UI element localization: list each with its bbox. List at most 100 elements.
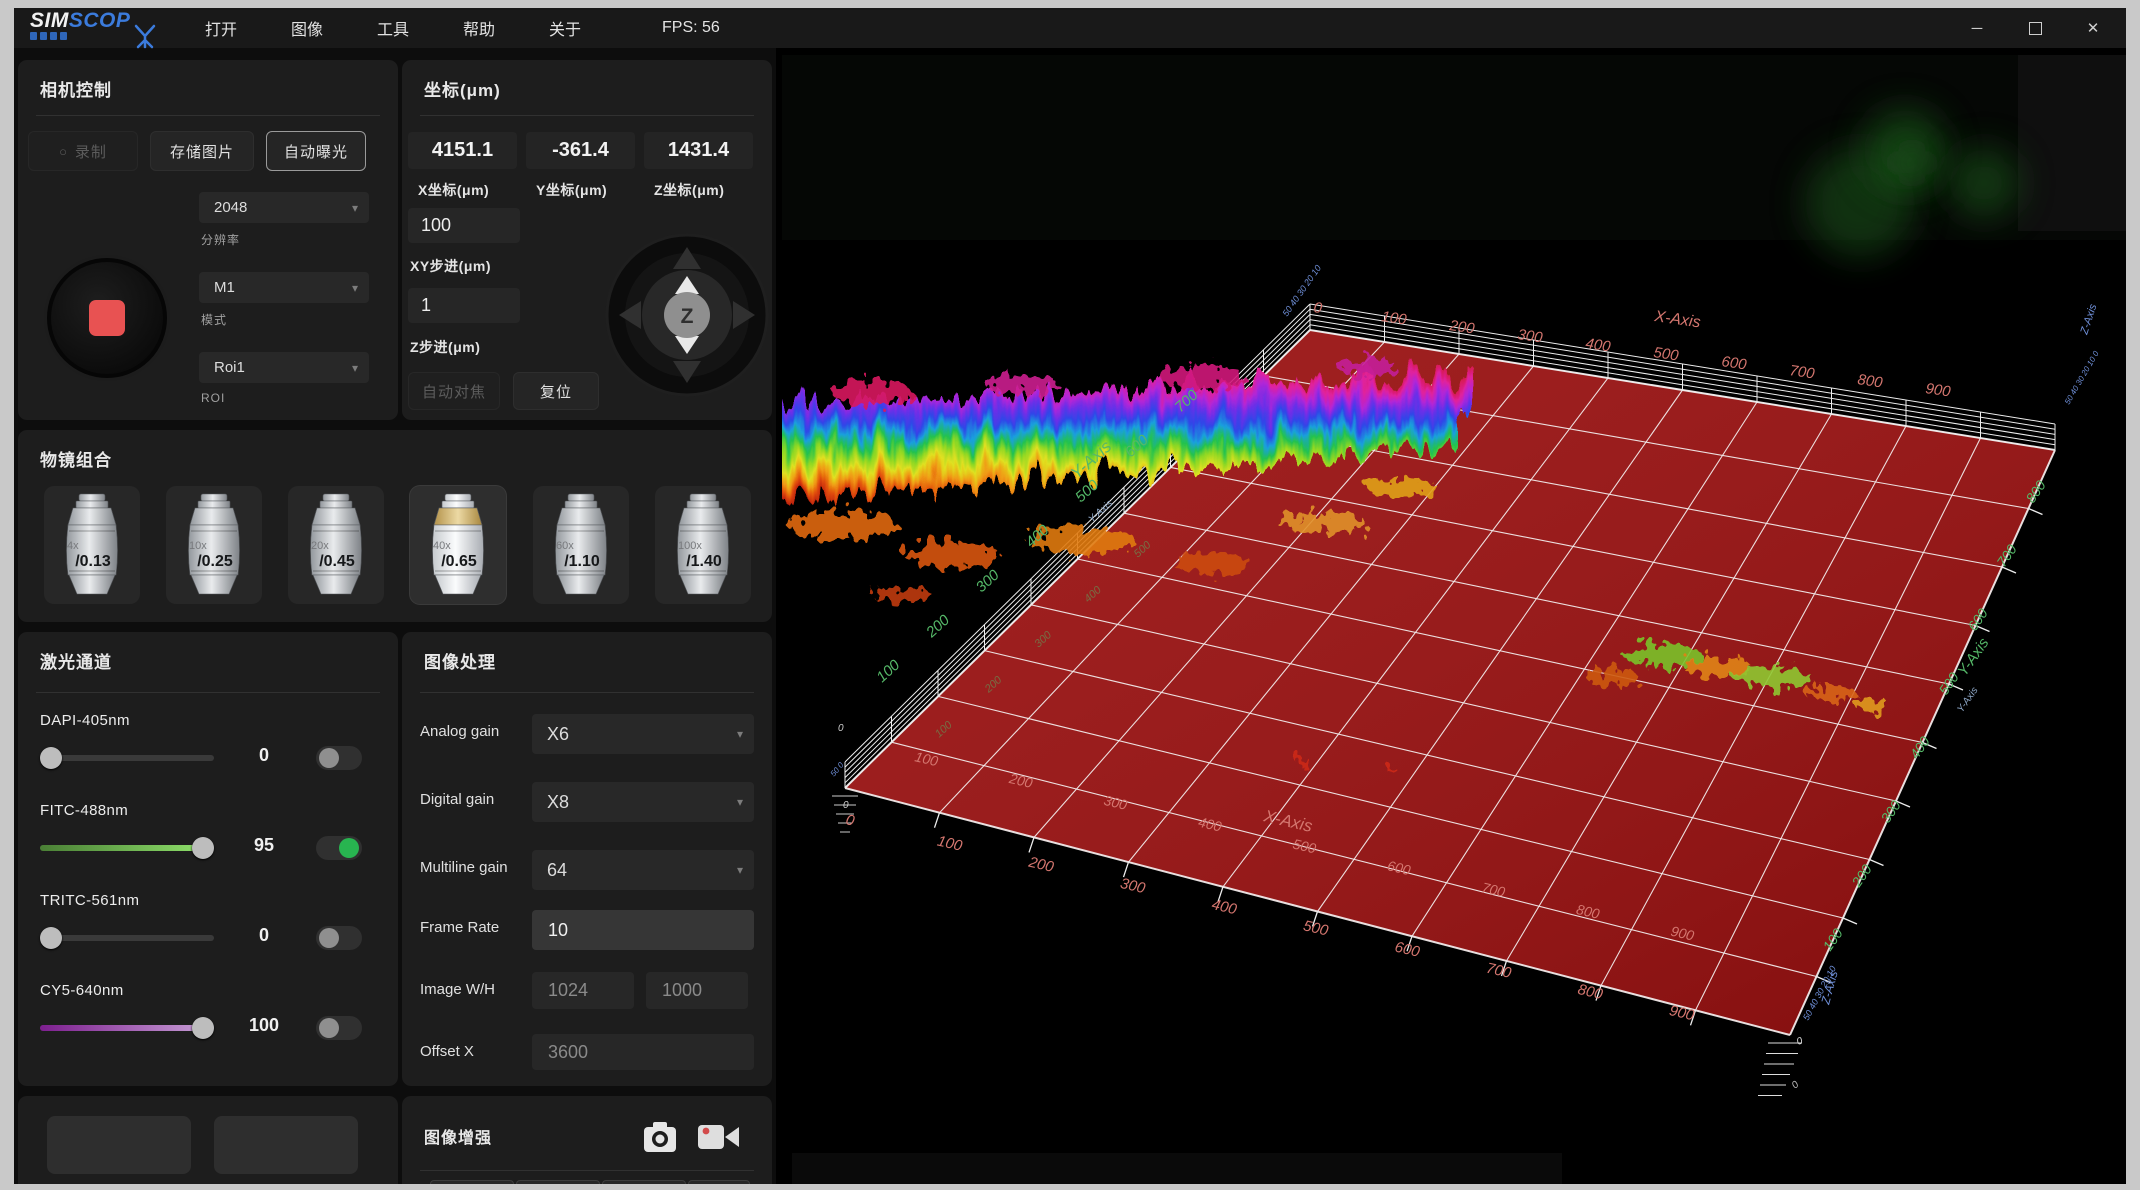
svg-text:700: 700 xyxy=(1485,960,1514,982)
svg-text:300: 300 xyxy=(1516,326,1544,346)
toggle-knob xyxy=(339,838,359,858)
surface-plot-3d[interactable]: 0100200300400500600700800900X-Axis100200… xyxy=(782,55,2126,1184)
proc-label-4: Image W/H xyxy=(420,981,495,998)
logo-figure-icon xyxy=(130,23,160,49)
svg-text:200: 200 xyxy=(1447,317,1476,338)
svg-text:900: 900 xyxy=(1924,380,1952,400)
laser-toggle-DAPI-405nm[interactable] xyxy=(316,746,362,770)
proc-label-5: Offset X xyxy=(420,1043,474,1060)
slider-knob[interactable] xyxy=(40,927,62,949)
save-image-button[interactable]: 存储图片 xyxy=(150,131,254,171)
svg-text:Y-Axis: Y-Axis xyxy=(1955,685,1980,714)
maximize-button[interactable] xyxy=(2006,8,2064,48)
menu-item-5[interactable]: 关于 xyxy=(540,16,590,40)
proc-input-5[interactable]: 3600 xyxy=(532,1034,754,1070)
stop-capture-button[interactable] xyxy=(47,258,167,378)
coord-value-1[interactable]: -361.4 xyxy=(526,132,635,169)
objective-60x[interactable]: 60x /1.10 xyxy=(533,486,629,604)
enhance-button-3[interactable] xyxy=(602,1180,686,1184)
proc-select-0[interactable]: X6▾ xyxy=(532,714,754,754)
stage-joystick[interactable]: Z xyxy=(605,233,770,398)
objective-10x[interactable]: 10x /0.25 xyxy=(166,486,262,604)
proc-input-3[interactable]: 10 xyxy=(532,910,754,950)
coord-value-0[interactable]: 4151.1 xyxy=(408,132,517,169)
slider-knob[interactable] xyxy=(192,837,214,859)
laser-toggle-CY5-640nm[interactable] xyxy=(316,1016,362,1040)
record-button[interactable]: ○ 录制 xyxy=(28,131,138,171)
coord-label-2: Z坐标(μm) xyxy=(654,180,724,200)
svg-text:400: 400 xyxy=(1584,335,1612,355)
coord-value-2[interactable]: 1431.4 xyxy=(644,132,753,169)
enhance-button-4[interactable] xyxy=(688,1180,750,1184)
image-processing-card: 图像处理 Analog gainX6▾Digital gainX8▾Multil… xyxy=(402,632,772,1086)
enhance-button-2[interactable] xyxy=(516,1180,600,1184)
menu-bar: 打开 图像 工具 帮助 关于 xyxy=(196,16,590,40)
menu-item-3[interactable]: 工具 xyxy=(368,16,418,40)
objective-icon: 100x /1.40 xyxy=(673,493,733,597)
autofocus-button[interactable]: 自动对焦 xyxy=(408,372,500,410)
proc-input-4-b[interactable]: 1000 xyxy=(646,972,748,1009)
svg-text:0: 0 xyxy=(1795,1035,1804,1047)
svg-text:500: 500 xyxy=(1652,344,1680,364)
laser-value-TRITC-561nm: 0 xyxy=(240,925,288,946)
menu-item-1[interactable]: 打开 xyxy=(196,16,246,40)
objective-40x[interactable]: 40x /0.65 xyxy=(410,486,506,604)
proc-select-value: X8 xyxy=(547,792,569,813)
coordinates-title: 坐标(μm) xyxy=(424,76,501,101)
slider-fill xyxy=(40,845,205,851)
proc-label-1: Digital gain xyxy=(420,791,494,808)
camera-select-value: M1 xyxy=(214,279,235,296)
laser-slider-TRITC-561nm[interactable] xyxy=(40,935,214,941)
svg-text:500: 500 xyxy=(1302,917,1331,939)
stat-box-0[interactable] xyxy=(47,1116,191,1174)
camera-select-模式[interactable]: M1▾ xyxy=(199,272,369,303)
menu-item-2[interactable]: 图像 xyxy=(282,16,332,40)
reset-button[interactable]: 复位 xyxy=(513,372,599,410)
menu-item-4[interactable]: 帮助 xyxy=(454,16,504,40)
svg-text:200: 200 xyxy=(1026,854,1056,877)
objective-magnification: 100x xyxy=(678,540,702,552)
stat-box-1[interactable] xyxy=(214,1116,358,1174)
laser-toggle-FITC-488nm[interactable] xyxy=(316,836,362,860)
video-camera-icon[interactable] xyxy=(696,1120,742,1154)
camera-select-分辨率[interactable]: 2048▾ xyxy=(199,192,369,223)
svg-text:600: 600 xyxy=(1393,939,1422,961)
proc-select-2[interactable]: 64▾ xyxy=(532,850,754,890)
proc-select-1[interactable]: X8 ▾ xyxy=(532,782,754,822)
auto-exposure-button[interactable]: 自动曝光 xyxy=(266,131,366,171)
objective-na: /1.40 xyxy=(686,553,722,570)
laser-slider-DAPI-405nm[interactable] xyxy=(40,755,214,761)
z-step-input[interactable]: 1 xyxy=(408,288,520,323)
enhance-button-1[interactable] xyxy=(430,1180,514,1184)
close-button[interactable]: ✕ xyxy=(2064,8,2122,48)
camera-select-ROI[interactable]: Roi1▾ xyxy=(199,352,369,383)
image-enhance-title: 图像增强 xyxy=(424,1124,492,1148)
proc-input-4-a[interactable]: 1024 xyxy=(532,972,634,1009)
app-window: SIMSCOP 打开图像工具帮助关于 FPS: 56 ─ ✕ 相机控制 ○ 录制… xyxy=(14,8,2126,1184)
laser-toggle-TRITC-561nm[interactable] xyxy=(316,926,362,950)
objective-100x[interactable]: 100x /1.40 xyxy=(655,486,751,604)
laser-name-TRITC-561nm: TRITC-561nm xyxy=(40,892,139,909)
laser-slider-FITC-488nm[interactable] xyxy=(40,845,214,851)
slider-knob[interactable] xyxy=(40,747,62,769)
svg-text:800: 800 xyxy=(1856,371,1884,391)
svg-text:0: 0 xyxy=(1312,299,1323,317)
objective-20x[interactable]: 20x /0.45 xyxy=(288,486,384,604)
camera-icon[interactable] xyxy=(640,1118,680,1156)
minimize-button[interactable]: ─ xyxy=(1948,8,2006,48)
camera-select-label: 分辨率 xyxy=(201,231,240,248)
svg-text:300: 300 xyxy=(973,566,1003,596)
slider-fill xyxy=(40,1025,214,1031)
laser-slider-CY5-640nm[interactable] xyxy=(40,1025,214,1031)
laser-name-CY5-640nm: CY5-640nm xyxy=(40,982,124,999)
objectives-card: 物镜组合 4x /0.13 xyxy=(18,430,772,622)
camera-select-value: 2048 xyxy=(214,199,247,216)
svg-text:50 40 30 20 10 0: 50 40 30 20 10 0 xyxy=(2063,349,2101,406)
caret-down-icon: ▾ xyxy=(737,795,743,809)
xy-step-input[interactable]: 100 xyxy=(408,208,520,243)
objective-4x[interactable]: 4x /0.13 xyxy=(44,486,140,604)
objective-magnification: 40x xyxy=(433,540,451,552)
slider-knob[interactable] xyxy=(192,1017,214,1039)
objective-icon: 10x /0.25 xyxy=(184,493,244,597)
coordinates-card: 坐标(μm) 4151.1X坐标(μm)-361.4Y坐标(μm)1431.4Z… xyxy=(402,60,772,420)
